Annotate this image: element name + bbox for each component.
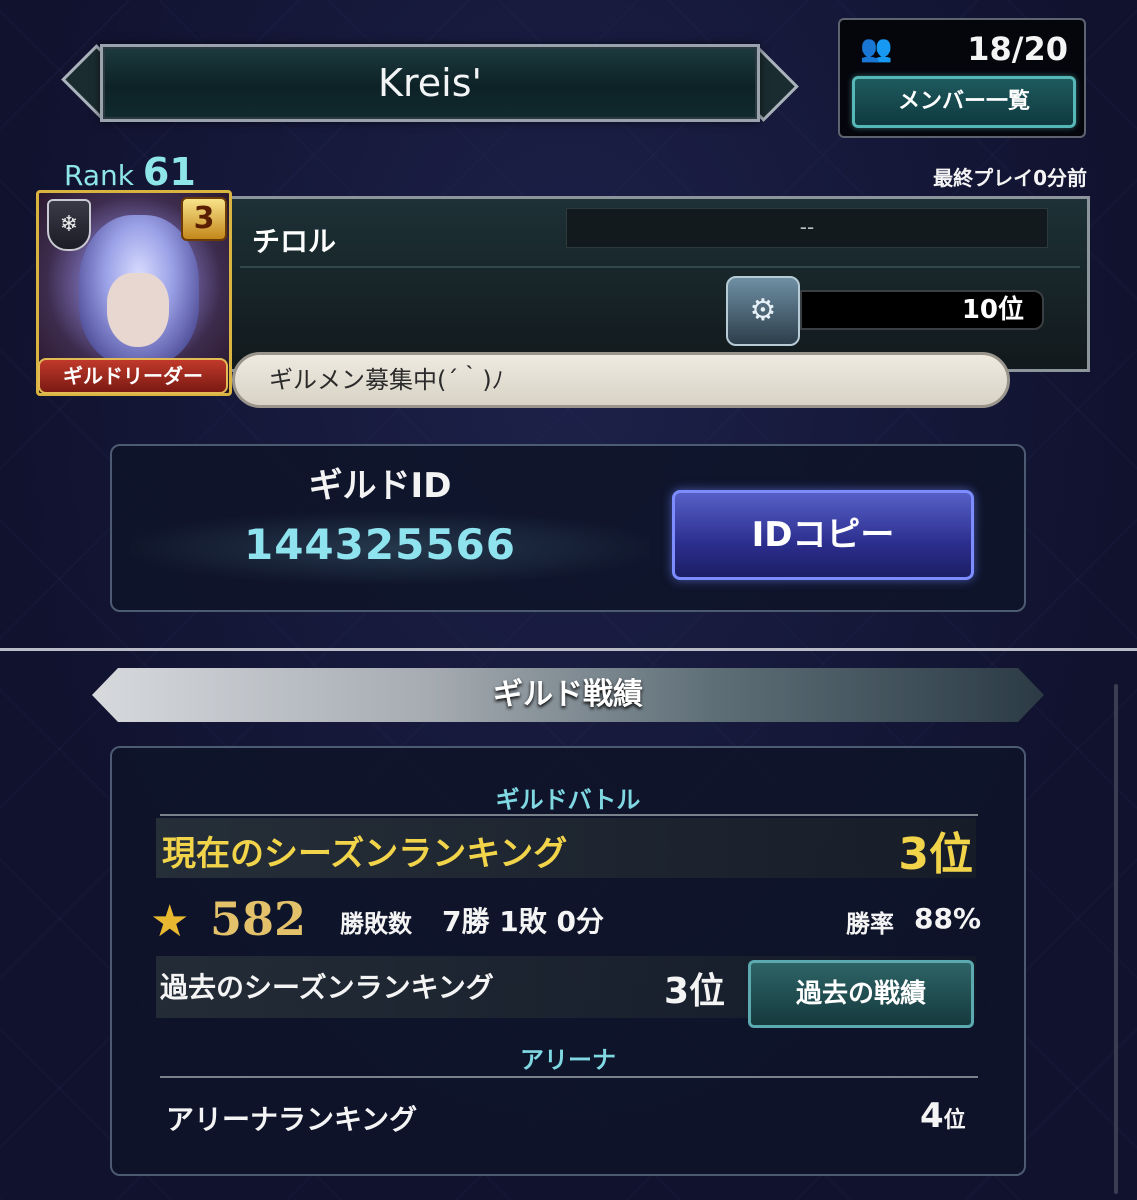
guild-id-label: ギルドID	[308, 466, 452, 506]
rank-label: Rank	[64, 159, 134, 192]
past-season-label: 過去のシーズンランキング	[160, 971, 494, 1004]
star-icon: ★	[150, 896, 190, 947]
win-loss-value: 7勝 1敗 0分	[442, 905, 604, 938]
arena-heading: アリーナ	[520, 1046, 616, 1074]
current-season-label: 現在のシーズンランキング	[162, 834, 568, 874]
arena-divider	[160, 1076, 978, 1078]
arena-ranking: 4位	[920, 1096, 966, 1136]
arena-ranking-suffix: 位	[943, 1108, 966, 1133]
guild-battle-heading: ギルドバトル	[495, 786, 641, 814]
win-rate-value: 88%	[914, 902, 982, 935]
arena-ranking-value: 4	[920, 1096, 944, 1136]
records-section-title: ギルド戦績	[493, 677, 643, 712]
leader-title: --	[566, 208, 1048, 248]
guild-name: Kreis'	[378, 61, 482, 105]
win-loss-label: 勝敗数	[340, 910, 412, 938]
leader-ranking: 10位	[800, 290, 1044, 330]
info-divider	[240, 266, 1080, 268]
rank-value: 61	[142, 150, 196, 194]
leader-face	[107, 273, 169, 347]
copy-id-button[interactable]: IDコピー	[672, 490, 974, 580]
member-panel: 👥 18/20 メンバー一覧	[838, 18, 1086, 138]
member-list-button[interactable]: メンバー一覧	[852, 76, 1076, 128]
past-season-rank: 3位	[664, 971, 726, 1012]
past-records-button[interactable]: 過去の戦績	[748, 960, 974, 1028]
guild-leader-badge: ギルドリーダー	[38, 358, 228, 394]
battle-points: 582	[210, 892, 307, 946]
star-level-badge: 3	[181, 197, 227, 241]
leader-name: チロル	[252, 225, 337, 258]
current-season-rank: 3位	[898, 829, 973, 880]
last-play-time: 最終プレイ0分前	[933, 166, 1087, 190]
win-rate-label: 勝率	[846, 910, 894, 938]
guild-battle-divider	[160, 814, 978, 816]
member-count: 18/20	[967, 30, 1068, 68]
guild-id-value: 144325566	[243, 520, 516, 569]
scrollbar[interactable]	[1114, 684, 1118, 1194]
rank-emblem-icon: ⚙	[726, 276, 800, 346]
group-icon: 👥	[860, 34, 893, 64]
section-divider	[0, 648, 1137, 651]
guild-name-banner: Kreis'	[40, 28, 820, 138]
arena-ranking-label: アリーナランキング	[166, 1103, 418, 1136]
shield-icon: ❄	[47, 199, 91, 251]
leader-rank: Rank 61	[64, 150, 196, 194]
guild-message: ギルメン募集中(´｀)ﾉ	[232, 352, 1010, 408]
